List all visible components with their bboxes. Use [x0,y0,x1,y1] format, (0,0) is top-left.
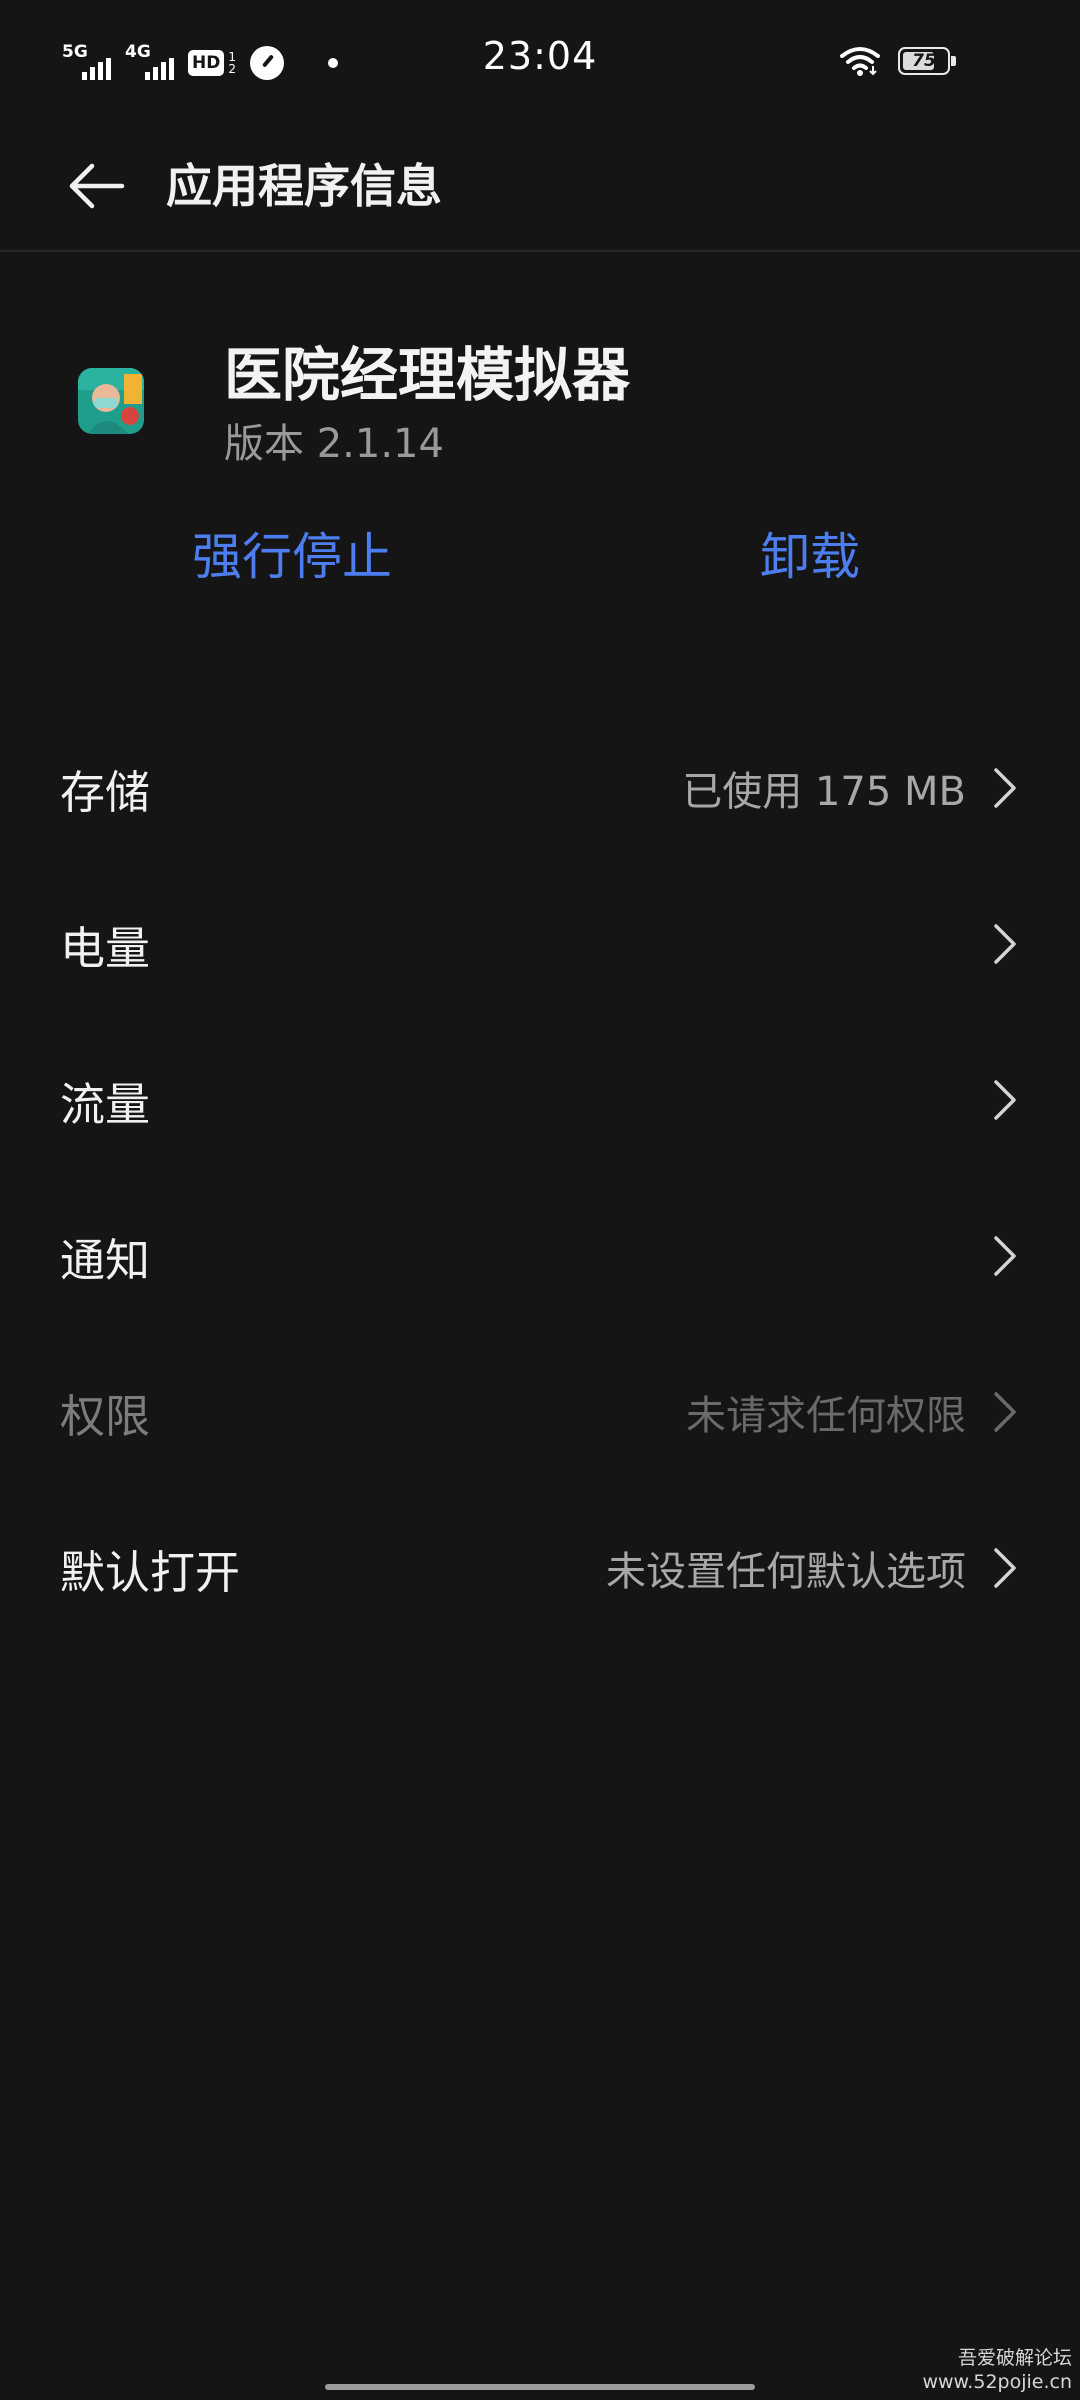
settings-row-value: 未设置任何默认选项 [606,1549,966,1595]
battery-cap [951,56,956,66]
page-title: 应用程序信息 [166,159,442,213]
watermark: 吾爱破解论坛 www.52pojie.cn [922,2346,1072,2394]
settings-row-notifications[interactable]: 通知 [0,1178,1080,1334]
battery-icon: 75 [898,47,956,75]
watermark-line2: www.52pojie.cn [922,2371,1072,2393]
settings-row-storage[interactable]: 存储 已使用 175 MB [0,710,1080,866]
chevron-right-icon [994,1392,1016,1432]
settings-row-label: 权限 [60,1389,151,1443]
settings-row-label: 电量 [60,921,151,975]
settings-row-label: 存储 [60,765,151,819]
battery-level: 75 [912,51,936,71]
chevron-right-icon [994,1236,1016,1276]
wifi-icon [840,47,880,76]
app-bar: 应用程序信息 [0,125,1080,252]
settings-row-label: 默认打开 [60,1545,241,1599]
back-button[interactable] [60,150,132,222]
settings-row-label: 流量 [60,1077,151,1131]
chevron-right-icon [994,1548,1016,1588]
force-stop-button[interactable]: 强行停止 [192,520,392,594]
chevron-right-icon [994,768,1016,808]
home-indicator[interactable] [325,2384,755,2390]
settings-row-permissions[interactable]: 权限 未请求任何权限 [0,1334,1080,1490]
settings-row-value: 已使用 175 MB [682,769,966,815]
status-icons-right: 75 [840,44,956,78]
settings-row-data-usage[interactable]: 流量 [0,1022,1080,1178]
arrow-left-icon [69,163,125,209]
settings-row-label: 通知 [60,1233,151,1287]
app-icon [78,368,144,434]
settings-row-battery[interactable]: 电量 [0,866,1080,1022]
settings-row-value: 未请求任何权限 [686,1393,966,1439]
watermark-line1: 吾爱破解论坛 [957,2347,1072,2369]
status-bar: 5G 4G HD 1 2 23:04 75 [0,0,1080,125]
chevron-right-icon [994,924,1016,964]
chevron-right-icon [994,1080,1016,1120]
settings-row-open-by-default[interactable]: 默认打开 未设置任何默认选项 [0,1490,1080,1646]
uninstall-button[interactable]: 卸载 [760,520,860,594]
app-name: 医院经理模拟器 [224,341,631,409]
app-version: 版本 2.1.14 [224,421,444,467]
